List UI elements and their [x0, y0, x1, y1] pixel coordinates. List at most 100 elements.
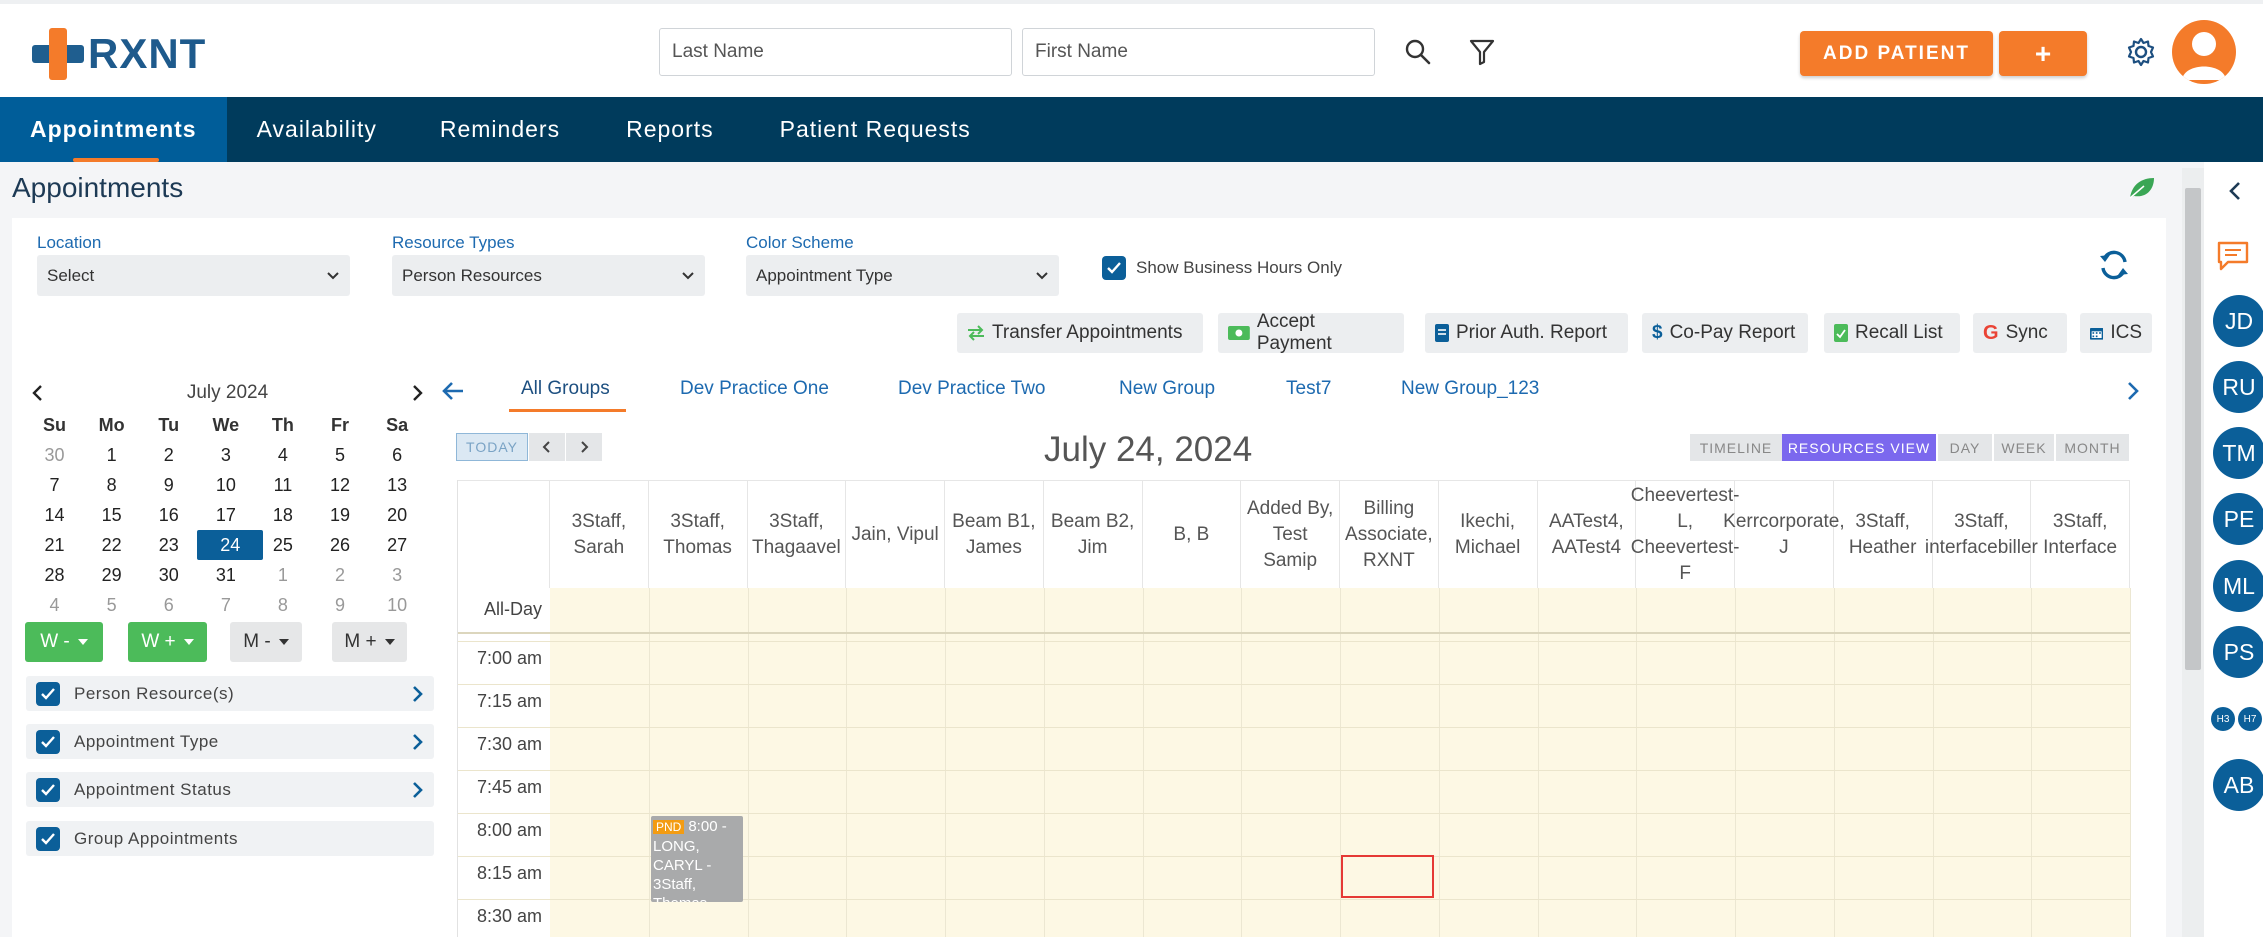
resource-column-header[interactable]: Beam B1, James	[945, 480, 1044, 588]
resource-column-header[interactable]: Cheevertest-L, Cheevertest-F	[1631, 480, 1740, 588]
nav-appointments[interactable]: Appointments	[0, 97, 227, 162]
group-tab-dev-practice-two[interactable]: Dev Practice Two	[898, 378, 1045, 400]
group-tab-new-group-123[interactable]: New Group_123	[1401, 378, 1539, 400]
calendar-day[interactable]: 12	[311, 475, 368, 496]
prev-day-button[interactable]	[529, 433, 565, 461]
calendar-day[interactable]: 2	[311, 565, 368, 586]
filter-appointment-status[interactable]: Appointment Status	[26, 772, 434, 807]
groups-next-chevron-icon[interactable]	[2125, 381, 2141, 406]
calendar-day[interactable]: 30	[140, 565, 197, 586]
calendar-day[interactable]: 1	[83, 445, 140, 466]
resource-column-header[interactable]: Jain, Vipul	[846, 480, 945, 588]
checkbox-checked-icon[interactable]	[36, 777, 60, 802]
filter-person-resources[interactable]: Person Resource(s)	[26, 676, 434, 711]
calendar-day[interactable]: 22	[83, 535, 140, 556]
calendar-day[interactable]: 6	[369, 445, 426, 466]
view-week-button[interactable]: WEEK	[1994, 434, 2054, 461]
selected-time-slot[interactable]	[1341, 855, 1434, 898]
calendar-day[interactable]: 6	[140, 595, 197, 616]
calendar-day[interactable]: 10	[197, 475, 254, 496]
calendar-day[interactable]: 16	[140, 505, 197, 526]
view-timeline-button[interactable]: TIMELINE	[1690, 434, 1782, 461]
view-month-button[interactable]: MONTH	[2056, 434, 2129, 461]
checkbox-checked-icon[interactable]	[36, 681, 60, 706]
leaf-icon[interactable]	[2128, 176, 2156, 205]
calendar-day[interactable]: 28	[26, 565, 83, 586]
resource-column-header[interactable]: AATest4, AATest4	[1537, 480, 1637, 588]
staff-avatar-jd[interactable]: JD	[2213, 295, 2263, 347]
week-minus-button[interactable]: W -	[25, 622, 103, 662]
resource-column-header[interactable]: B, B	[1142, 480, 1242, 588]
resource-column-header[interactable]: Kerrcorporate, J	[1723, 480, 1845, 588]
calendar-day[interactable]: 11	[254, 475, 311, 496]
staff-avatar-h7[interactable]: H7	[2238, 707, 2262, 731]
calendar-day[interactable]: 19	[311, 505, 368, 526]
view-resources-button[interactable]: RESOURCES VIEW	[1782, 434, 1936, 461]
calendar-day[interactable]: 8	[83, 475, 140, 496]
resource-column-header[interactable]: 3Staff, Thagaavel	[747, 480, 847, 588]
resource-column-header[interactable]: Added By, Test Samip	[1241, 480, 1340, 588]
recall-list-button[interactable]: Recall List	[1824, 313, 1960, 353]
calendar-day[interactable]: 5	[311, 445, 368, 466]
next-month-icon[interactable]	[409, 383, 425, 403]
appointment-block[interactable]: PND8:00 - LONG, CARYL - 3Staff, Thomas	[651, 816, 743, 902]
filter-appointment-type[interactable]: Appointment Type	[26, 724, 434, 759]
calendar-day[interactable]: 26	[311, 535, 368, 556]
calendar-day[interactable]: 3	[369, 565, 426, 586]
chat-icon[interactable]	[2216, 240, 2250, 277]
resource-column-header[interactable]: 3Staff, Thomas	[648, 480, 748, 588]
gear-icon[interactable]	[2123, 34, 2159, 70]
calendar-day[interactable]: 20	[369, 505, 426, 526]
view-day-button[interactable]: DAY	[1938, 434, 1992, 461]
sync-button[interactable]: G Sync	[1973, 313, 2067, 353]
resource-types-select[interactable]: Person Resources	[392, 255, 705, 296]
month-minus-button[interactable]: M -	[230, 622, 302, 662]
transfer-appointments-button[interactable]: Transfer Appointments	[957, 313, 1203, 353]
staff-avatar-pe[interactable]: PE	[2213, 493, 2263, 545]
search-icon[interactable]	[1400, 34, 1436, 70]
refresh-icon[interactable]	[2097, 248, 2131, 287]
calendar-day[interactable]: 14	[26, 505, 83, 526]
prior-auth-report-button[interactable]: Prior Auth. Report	[1425, 313, 1628, 353]
month-plus-button[interactable]: M +	[332, 622, 407, 662]
calendar-day[interactable]: 4	[26, 595, 83, 616]
filter-group-appointments[interactable]: Group Appointments	[26, 821, 434, 856]
nav-reports[interactable]: Reports	[593, 97, 747, 162]
calendar-day[interactable]: 7	[197, 595, 254, 616]
co-pay-report-button[interactable]: $ Co-Pay Report	[1642, 313, 1808, 353]
prev-month-icon[interactable]	[30, 383, 46, 403]
location-select[interactable]: Select	[37, 255, 350, 296]
calendar-day[interactable]: 1	[254, 565, 311, 586]
resource-column-header[interactable]: 3Staff, Sarah	[550, 480, 649, 588]
staff-avatar-ps[interactable]: PS	[2213, 626, 2263, 678]
resource-column-header[interactable]: Billing Associate, RXNT	[1340, 480, 1439, 588]
nav-availability[interactable]: Availability	[227, 97, 407, 162]
group-tab-test7[interactable]: Test7	[1286, 378, 1331, 400]
ics-button[interactable]: ICS	[2080, 313, 2152, 353]
calendar-day[interactable]: 23	[140, 535, 197, 556]
week-plus-button[interactable]: W +	[128, 622, 207, 662]
resource-column-header[interactable]: 3Staff, Interface	[2031, 480, 2130, 588]
calendar-day[interactable]: 9	[140, 475, 197, 496]
staff-avatar-ab[interactable]: AB	[2213, 759, 2263, 811]
resource-column-header[interactable]: Ikechi, Michael	[1438, 480, 1538, 588]
accept-payment-button[interactable]: Accept Payment	[1218, 311, 1404, 354]
next-day-button[interactable]	[566, 433, 602, 461]
first-name-input[interactable]	[1022, 28, 1375, 76]
calendar-day[interactable]: 15	[83, 505, 140, 526]
nav-reminders[interactable]: Reminders	[407, 97, 593, 162]
calendar-day[interactable]: 13	[369, 475, 426, 496]
resource-column-header[interactable]: 3Staff, Heather	[1833, 480, 1933, 588]
staff-avatar-ru[interactable]: RU	[2213, 361, 2263, 413]
scrollbar-thumb[interactable]	[2185, 188, 2201, 670]
collapse-chevron-icon[interactable]	[2227, 180, 2243, 207]
calendar-day[interactable]: 25	[254, 535, 311, 556]
add-patient-button[interactable]: ADD PATIENT	[1800, 31, 1993, 76]
calendar-day[interactable]: 31	[197, 565, 254, 586]
groups-prev-arrow-icon[interactable]	[441, 380, 465, 407]
calendar-day[interactable]: 10	[369, 595, 426, 616]
rxnt-logo[interactable]: RXNT	[32, 26, 206, 82]
add-button[interactable]: +	[1999, 31, 2087, 76]
last-name-input[interactable]	[659, 28, 1012, 76]
calendar-day[interactable]: 8	[254, 595, 311, 616]
